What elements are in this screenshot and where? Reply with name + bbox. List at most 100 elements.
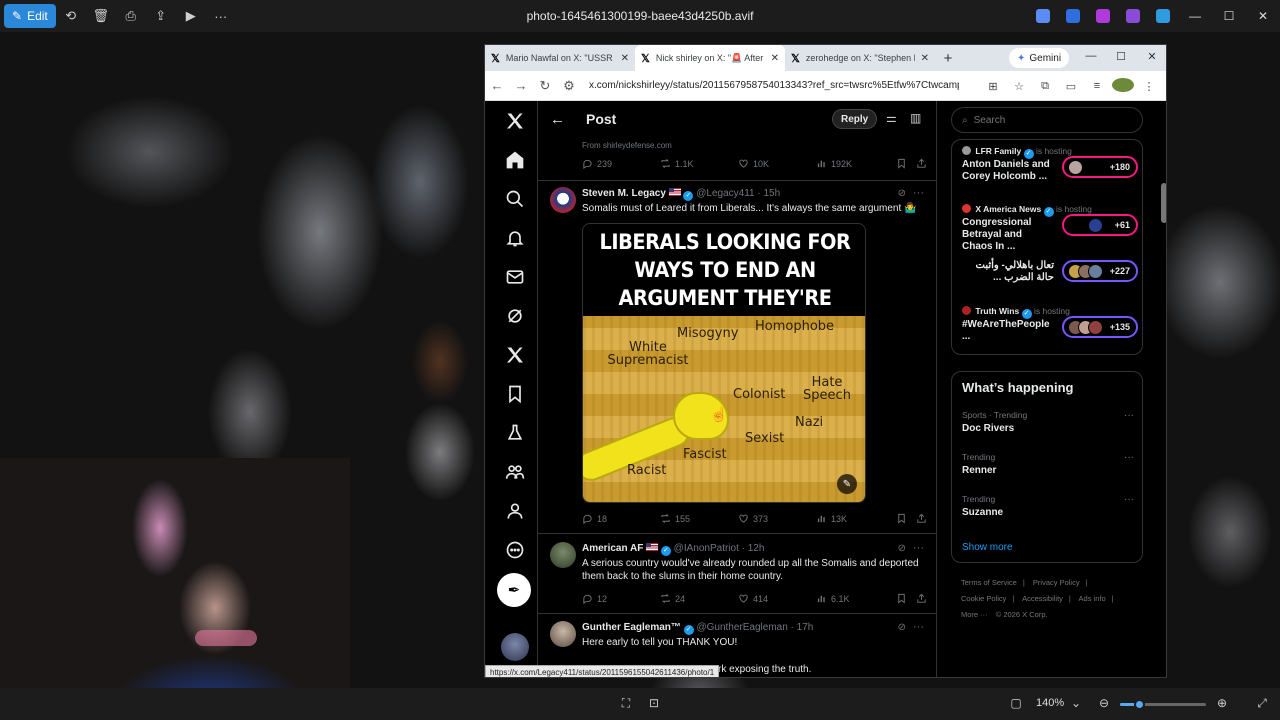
maximize-icon[interactable]: ☐ [1212,9,1246,23]
tab-close-icon[interactable]: ✕ [921,53,929,64]
browser-menu-icon[interactable]: ⋮ [1138,80,1160,93]
search-input[interactable]: ⌕ Search [951,107,1143,133]
author-name[interactable]: Steven M. Legacy [582,188,666,199]
new-tab-button[interactable]: + [935,50,961,67]
listener-pill[interactable]: +180 [1062,156,1138,178]
repost-action[interactable]: 1.1K [660,158,694,169]
avatar[interactable] [550,621,576,647]
trend-more-icon[interactable]: ··· [1124,452,1134,463]
trend-item[interactable]: Trending Suzanne ··· [962,494,1134,518]
url-field[interactable]: x.com/nickshirleyy/status/20115679587540… [589,80,959,91]
split-view-icon[interactable]: ▭ [1060,80,1082,93]
source-domain[interactable]: From shirleydefense.com [582,141,672,150]
zoom-slider-thumb[interactable] [1133,699,1145,710]
fit-screen-icon[interactable]: ⛶ [618,696,634,712]
close-icon[interactable]: ✕ [1246,9,1280,23]
share-icon[interactable]: ⇪ [146,2,176,30]
share-action[interactable] [916,158,927,169]
like-action[interactable]: 414 [738,593,768,604]
listener-pill[interactable]: +135 [1062,316,1138,338]
back-arrow-icon[interactable]: ← [550,111,565,128]
extensions-icon[interactable]: ⧉ [1034,80,1056,93]
footer-link[interactable]: Cookie Policy [961,594,1006,603]
app-icon-copilot[interactable] [1036,9,1050,23]
like-action[interactable]: 373 [738,513,768,524]
tab-close-icon[interactable]: ✕ [771,53,779,64]
slideshow-icon[interactable]: ▶ [176,2,206,30]
page-scrollbar[interactable] [1161,103,1166,675]
tweet-more-icon[interactable]: ··· [913,621,924,633]
author-name[interactable]: American AF [582,543,643,554]
author-name[interactable]: Gunther Eagleman™ [582,622,681,633]
communities-icon[interactable] [503,460,527,484]
minimize-icon[interactable]: — [1178,9,1212,23]
trend-more-icon[interactable]: ··· [1124,494,1134,505]
delete-icon[interactable]: 🗑 [86,2,116,30]
footer-link[interactable]: Accessibility [1022,594,1063,603]
image-edit-icon[interactable]: ✎ [837,474,857,494]
profile-avatar[interactable] [1112,77,1134,95]
explore-search-icon[interactable] [503,187,527,211]
views-action[interactable]: 13K [816,513,847,524]
author-handle[interactable]: @IAnonPatriot · 12h [674,543,765,554]
reload-icon[interactable]: ↻ [533,78,557,94]
browser-tab-1[interactable]: 𝕏 Mario Nawfal on X: "USSR TRU ✕ [485,45,635,71]
compose-post-button[interactable]: ✒ [497,573,531,607]
profile-icon[interactable] [503,499,527,523]
footer-link[interactable]: Ads info [1079,594,1106,603]
fullscreen-icon[interactable]: ⤢ [1254,696,1270,712]
live-space-item[interactable]: LFR Family ✓ is hosting Anton Daniels an… [962,146,1138,196]
reply-action[interactable]: 239 [582,158,612,169]
bookmark-action[interactable] [896,513,907,524]
like-action[interactable]: 10K [738,158,769,169]
show-more-link[interactable]: Show more [962,542,1013,553]
zoom-dropdown-icon[interactable]: ⌄ [1068,696,1084,712]
grok-explain-icon[interactable]: ⊘ [898,622,906,633]
browser-maximize-icon[interactable]: ☐ [1111,50,1131,63]
app-icon-clipchamp[interactable] [1096,9,1110,23]
zoom-level[interactable]: 140% [1036,697,1064,709]
trend-more-icon[interactable]: ··· [1124,410,1134,421]
gemini-button[interactable]: ✦ Gemini [1009,48,1070,68]
more-options-icon[interactable]: ··· [206,2,236,30]
author-handle[interactable]: @GuntherEagleman · 17h [696,622,813,633]
browser-close-icon[interactable]: ✕ [1142,50,1162,63]
app-icon-photos-edit[interactable] [1126,9,1140,23]
live-space-item[interactable]: X America News ✓ is hosting Congressiona… [962,204,1138,254]
repost-action[interactable]: 24 [660,593,685,604]
edit-button[interactable]: ✎ Edit [4,4,56,28]
notifications-bell-icon[interactable] [503,226,527,250]
reply-action[interactable]: 18 [582,513,607,524]
tab-list-icon[interactable]: ≡ [1086,80,1108,92]
footer-link[interactable]: More ··· [961,610,988,619]
footer-link[interactable]: Terms of Service [961,578,1017,587]
bookmarks-icon[interactable] [503,382,527,406]
views-action[interactable]: 192K [816,158,852,169]
reply-button[interactable]: Reply [832,109,878,129]
messages-envelope-icon[interactable] [503,265,527,289]
listener-pill[interactable]: +227 [1062,260,1138,282]
browser-tab-3[interactable]: 𝕏 zerohedge on X: "Stephen M ✕ [785,45,935,71]
bookmark-star-icon[interactable]: ☆ [1008,80,1030,93]
forward-icon[interactable]: → [509,78,533,93]
footer-link[interactable]: Privacy Policy [1033,578,1080,587]
back-icon[interactable]: ← [485,78,509,93]
app-icon-onedrive[interactable] [1156,9,1170,23]
share-action[interactable] [916,593,927,604]
tweet-more-icon[interactable]: ··· [913,187,924,199]
print-icon[interactable]: ⎙ [116,2,146,30]
share-action[interactable] [916,513,927,524]
filter-sliders-icon[interactable]: ⚌ [886,111,897,125]
live-space-item[interactable]: تعال باهلالي- وأثبت حالة الضرب ... +227 [962,258,1138,308]
more-circle-icon[interactable] [503,538,527,562]
bookmark-action[interactable] [896,158,907,169]
app-icon-designer[interactable] [1066,9,1080,23]
repost-action[interactable]: 155 [660,513,690,524]
trend-item[interactable]: Trending Renner ··· [962,452,1134,476]
home-icon[interactable] [503,148,527,172]
avatar[interactable] [550,542,576,568]
views-action[interactable]: 6.1K [816,593,850,604]
zoom-slider[interactable] [1120,699,1206,710]
tweet-more-icon[interactable]: ··· [913,542,924,554]
premium-x-icon[interactable] [503,343,527,367]
